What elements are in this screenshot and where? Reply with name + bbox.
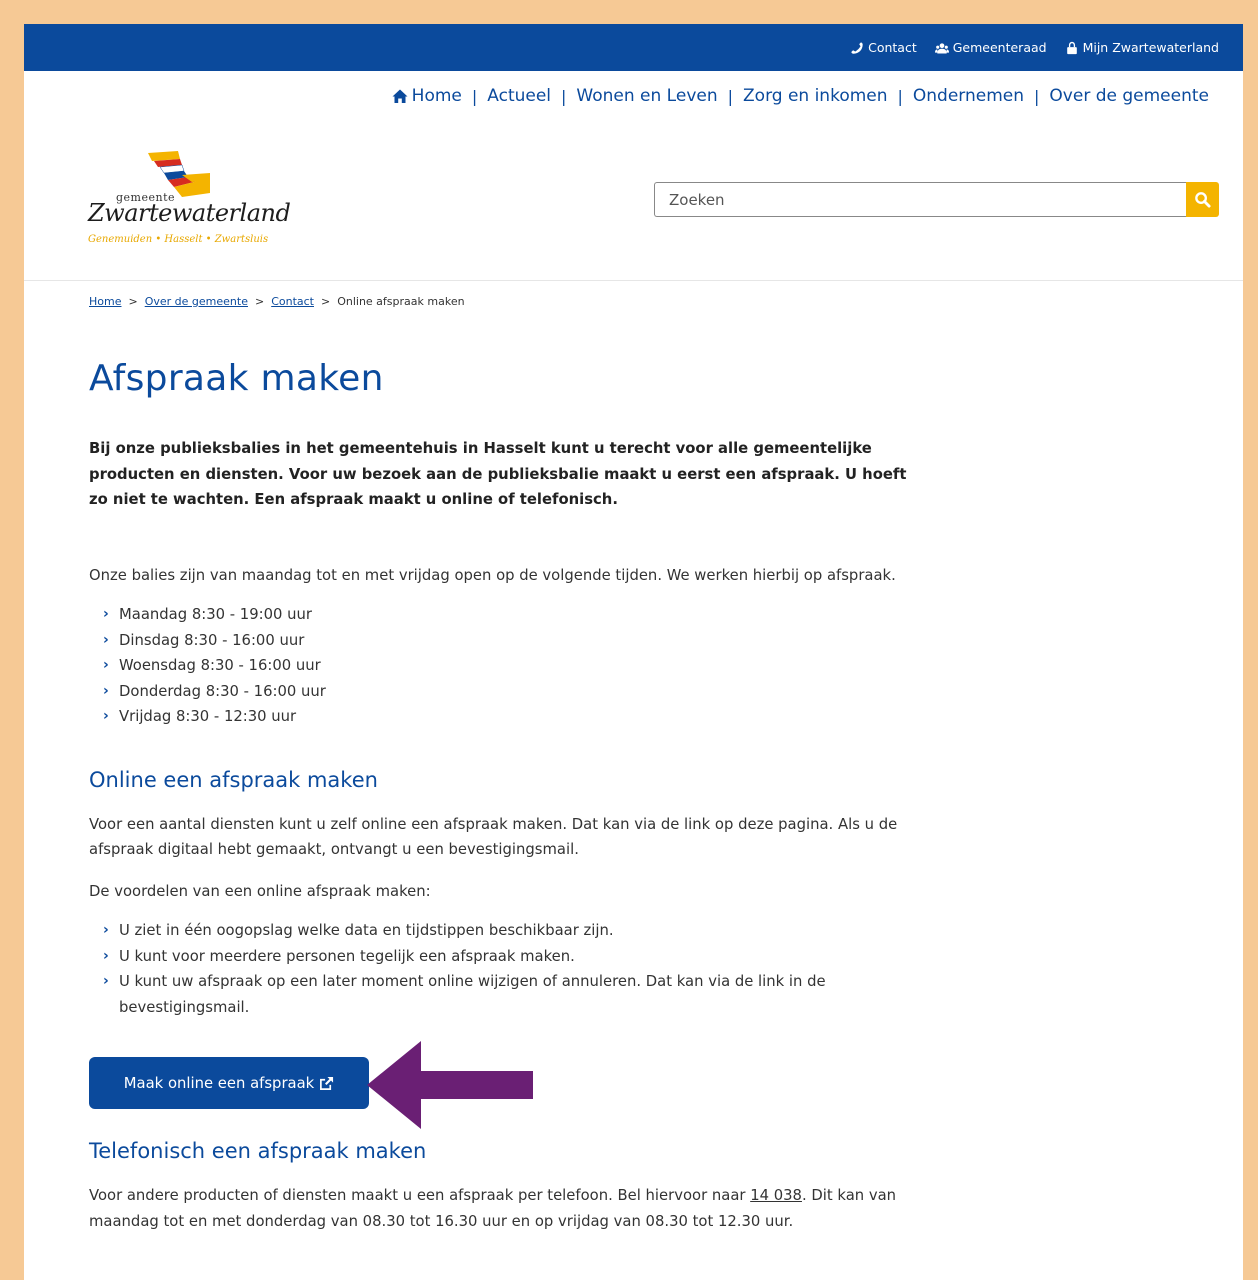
hours-text: Vrijdag 8:30 - 12:30 uur	[119, 708, 297, 725]
nav-separator: |	[1034, 86, 1040, 106]
list-item: › U kunt uw afspraak op een later moment …	[89, 969, 919, 1020]
intro-text: Bij onze publieksbalies in het gemeenteh…	[89, 440, 907, 508]
phone-icon	[851, 41, 863, 54]
cta-row: Maak online een afspraak	[89, 1041, 919, 1129]
nav-item-home[interactable]: Home	[392, 86, 462, 106]
chevron-right-icon: ›	[103, 947, 109, 964]
nav-item-zorg-en-inkomen[interactable]: Zorg en inkomen	[743, 86, 888, 106]
make-appointment-label: Maak online een afspraak	[123, 1074, 315, 1092]
breadcrumb-home[interactable]: Home	[89, 295, 121, 308]
logo-tagline: Genemuiden • Hasselt • Zwartsluis	[88, 234, 269, 245]
breadcrumb-current: Online afspraak maken	[337, 294, 465, 308]
nav-item-label: Home	[411, 86, 462, 106]
home-icon	[392, 89, 408, 103]
benefit-text: U ziet in één oogopslag welke data en ti…	[119, 922, 614, 939]
chevron-right-icon: ›	[103, 708, 109, 724]
external-link-icon	[320, 1076, 334, 1090]
hours-text: Donderdag 8:30 - 16:00 uur	[119, 682, 326, 700]
phone-heading: Telefonisch een afspraak maken	[89, 1139, 427, 1163]
nav-separator: |	[897, 86, 903, 106]
nav-item-over-de-gemeente[interactable]: Over de gemeente	[1049, 86, 1209, 106]
nav-separator: |	[561, 86, 567, 106]
arrow-left-icon	[367, 1041, 533, 1129]
chevron-right-icon: ›	[103, 682, 109, 699]
breadcrumb-separator: >	[128, 294, 138, 308]
contact-label: Contact	[868, 40, 917, 55]
search-input[interactable]	[654, 182, 1186, 217]
breadcrumb-contact[interactable]: Contact	[271, 295, 314, 308]
nav-item-wonen-en-leven[interactable]: Wonen en Leven	[576, 86, 717, 106]
my-account-link[interactable]: Mijn Zwartewaterland	[1065, 40, 1219, 55]
chevron-right-icon: ›	[103, 606, 109, 622]
chevron-right-icon: ›	[103, 657, 109, 673]
council-link[interactable]: Gemeenteraad	[934, 40, 1047, 55]
list-item: › Dinsdag 8:30 - 16:00 uur	[89, 628, 919, 654]
my-account-label: Mijn Zwartewaterland	[1082, 40, 1219, 55]
search-icon	[1195, 192, 1211, 208]
nav-separator: |	[727, 86, 734, 106]
hours-text: Dinsdag 8:30 - 16:00 uur	[119, 631, 305, 649]
list-item: › U kunt voor meerdere personen tegelijk …	[89, 944, 919, 970]
nav-item-actueel[interactable]: Actueel	[487, 86, 551, 106]
phone-text: Voor andere producten of diensten maakt …	[89, 1183, 919, 1234]
breadcrumb: Home > Over de gemeente > Contact > Onli…	[89, 292, 919, 310]
chevron-right-icon: ›	[103, 631, 109, 648]
council-label: Gemeenteraad	[952, 40, 1047, 55]
people-icon	[934, 42, 949, 53]
benefit-text: U kunt uw afspraak op een later moment o…	[119, 973, 826, 1016]
list-item: › Donderdag 8:30 - 16:00 uur	[89, 679, 919, 705]
list-item: › U ziet in één oogopslag welke data en t…	[89, 918, 919, 944]
contact-link[interactable]: Contact	[850, 40, 917, 55]
list-item: › Woensdag 8:30 - 16:00 uur	[89, 653, 919, 679]
list-item: › Vrijdag 8:30 - 12:30 uur	[89, 704, 919, 730]
lock-icon	[1066, 41, 1077, 54]
nav-item-label: Ondernemen	[912, 86, 1025, 106]
hours-text: Woensdag 8:30 - 16:00 uur	[119, 657, 321, 674]
nav-item-label: Wonen en Leven	[576, 86, 718, 106]
main-content: Home > Over de gemeente > Contact > Onli…	[89, 292, 919, 1234]
online-benefits-intro: De voordelen van een online afspraak mak…	[89, 882, 431, 900]
search-bar	[654, 182, 1219, 217]
header: gemeente Zwartewaterland Genemuiden • Ha…	[24, 121, 1243, 281]
online-heading: Online een afspraak maken	[89, 767, 378, 792]
municipality-logo[interactable]: gemeente Zwartewaterland Genemuiden • Ha…	[88, 151, 291, 251]
logo-name: Zwartewaterland	[88, 199, 291, 227]
chevron-right-icon: ›	[103, 973, 109, 989]
chevron-right-icon: ›	[103, 922, 109, 938]
breadcrumb-separator: >	[320, 294, 331, 308]
hours-intro: Onze balies zijn van maandag tot en met …	[89, 566, 896, 584]
nav-item-label: Zorg en inkomen	[743, 86, 888, 106]
breadcrumb-over-de-gemeente[interactable]: Over de gemeente	[145, 295, 248, 308]
search-button[interactable]	[1186, 182, 1219, 217]
online-description: Voor een aantal diensten kunt u zelf onl…	[89, 815, 898, 859]
make-appointment-button[interactable]: Maak online een afspraak	[89, 1057, 369, 1109]
nav-item-label: Over de gemeente	[1049, 86, 1209, 106]
benefit-text: U kunt voor meerdere personen tegelijk e…	[119, 947, 575, 965]
page-title: Afspraak maken	[89, 358, 384, 399]
main-nav: Home | Actueel | Wonen en Leven | Zorg e…	[24, 71, 1243, 121]
hours-text: Maandag 8:30 - 19:00 uur	[119, 606, 312, 623]
phone-text-before: Voor andere producten of diensten maakt …	[89, 1187, 751, 1204]
breadcrumb-separator: >	[254, 294, 265, 308]
page-frame: Contact Gemeenteraad Mijn Zwartewaterlan…	[24, 24, 1243, 1280]
nav-item-label: Actueel	[487, 86, 552, 106]
benefits-list: › U ziet in één oogopslag welke data en t…	[89, 918, 919, 1020]
phone-number-link[interactable]: 14 038	[750, 1187, 802, 1204]
nav-separator: |	[471, 86, 478, 106]
opening-hours-list: › Maandag 8:30 - 19:00 uur › Dinsdag 8:30 …	[89, 602, 919, 730]
list-item: › Maandag 8:30 - 19:00 uur	[89, 602, 919, 628]
top-bar: Contact Gemeenteraad Mijn Zwartewaterlan…	[24, 24, 1243, 71]
nav-item-ondernemen[interactable]: Ondernemen	[913, 86, 1024, 106]
